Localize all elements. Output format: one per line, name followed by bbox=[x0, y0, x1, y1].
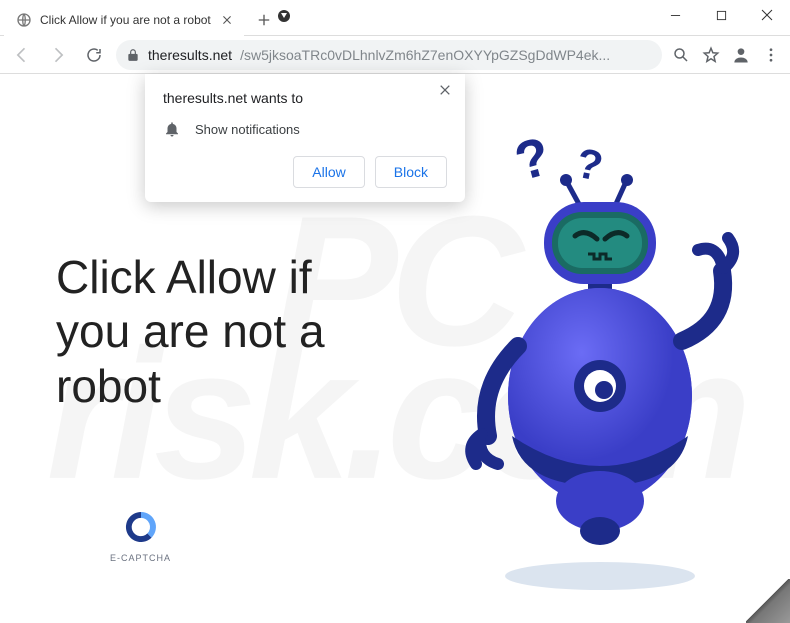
prompt-origin: theresults.net wants to bbox=[163, 90, 447, 106]
globe-icon bbox=[16, 12, 32, 28]
url-host: theresults.net bbox=[148, 47, 232, 63]
ecaptcha-label: E-CAPTCHA bbox=[110, 553, 171, 563]
close-window-button[interactable] bbox=[744, 0, 790, 30]
profile-avatar-icon[interactable] bbox=[730, 44, 752, 66]
bookmark-star-icon[interactable] bbox=[700, 44, 722, 66]
maximize-button[interactable] bbox=[698, 0, 744, 30]
back-button[interactable] bbox=[8, 41, 36, 69]
lock-icon bbox=[126, 48, 140, 62]
svg-text:?: ? bbox=[509, 136, 556, 192]
new-tab-button[interactable] bbox=[250, 6, 278, 34]
browser-tab[interactable]: Click Allow if you are not a robot bbox=[4, 4, 244, 36]
page-corner-decoration bbox=[746, 579, 790, 623]
headline-line: robot bbox=[56, 359, 325, 413]
ecaptcha-badge: E-CAPTCHA bbox=[110, 507, 171, 563]
reload-button[interactable] bbox=[80, 41, 108, 69]
menu-button[interactable] bbox=[760, 44, 782, 66]
headline-line: Click Allow if bbox=[56, 250, 325, 304]
robot-illustration: ? ? bbox=[460, 136, 740, 596]
page-headline: Click Allow if you are not a robot bbox=[56, 250, 325, 413]
minimize-button[interactable] bbox=[652, 0, 698, 30]
address-bar[interactable]: theresults.net/sw5jksoaTRc0vDLhnlvZm6hZ7… bbox=[116, 40, 662, 70]
block-button[interactable]: Block bbox=[375, 156, 447, 188]
headline-line: you are not a bbox=[56, 304, 325, 358]
tab-title: Click Allow if you are not a robot bbox=[40, 13, 212, 27]
svg-text:?: ? bbox=[572, 139, 607, 190]
notification-permission-prompt: theresults.net wants to Show notificatio… bbox=[145, 74, 465, 202]
extension-indicator-icon[interactable] bbox=[278, 10, 290, 22]
url-path: /sw5jksoaTRc0vDLhnlvZm6hZ7enOXYYpGZSgDdW… bbox=[240, 47, 610, 63]
bell-icon bbox=[163, 120, 181, 138]
close-tab-button[interactable] bbox=[220, 13, 234, 27]
allow-button[interactable]: Allow bbox=[293, 156, 364, 188]
ecaptcha-icon bbox=[121, 507, 161, 547]
search-in-page-icon[interactable] bbox=[670, 44, 692, 66]
forward-button bbox=[44, 41, 72, 69]
prompt-permission: Show notifications bbox=[195, 122, 300, 137]
close-prompt-button[interactable] bbox=[439, 84, 455, 100]
